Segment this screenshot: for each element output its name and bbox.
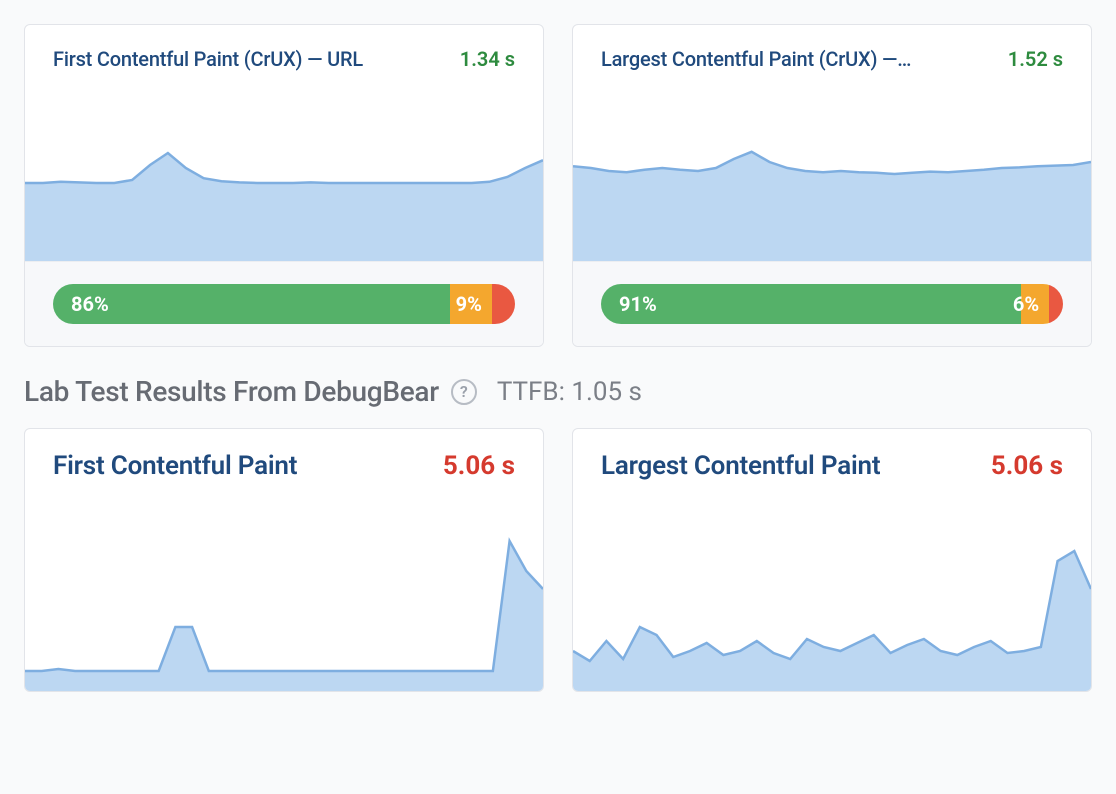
card-value: 5.06 s (443, 451, 515, 481)
sparkline-chart (25, 491, 543, 691)
card-title: Largest Contentful Paint (601, 451, 880, 481)
card-header: First Contentful Paint 5.06 s (25, 429, 543, 491)
dist-needs-improvement: 9% (450, 284, 492, 324)
sparkline-chart (573, 81, 1091, 261)
lab-section-title: Lab Test Results From DebugBear (24, 375, 439, 408)
dist-needs-improvement: 6% (1021, 284, 1049, 324)
lab-card[interactable]: First Contentful Paint 5.06 s (24, 428, 544, 692)
dist-poor (1049, 284, 1063, 324)
dist-good: 86% (53, 284, 450, 324)
ttfb-label: TTFB: 1.05 s (497, 377, 642, 407)
card-value: 1.34 s (460, 47, 515, 71)
card-footer: 91% 6% (573, 261, 1091, 346)
distribution-bar: 91% 6% (601, 284, 1063, 324)
lab-section-header: Lab Test Results From DebugBear ? TTFB: … (24, 375, 1092, 408)
sparkline-chart (573, 491, 1091, 691)
card-value: 1.52 s (1008, 47, 1063, 71)
dist-poor (492, 284, 515, 324)
card-title: Largest Contentful Paint (CrUX) —… (601, 47, 911, 71)
card-header: First Contentful Paint (CrUX) — URL 1.34… (25, 25, 543, 81)
distribution-bar: 86% 9% (53, 284, 515, 324)
card-header: Largest Contentful Paint 5.06 s (573, 429, 1091, 491)
card-title: First Contentful Paint (CrUX) — URL (53, 47, 363, 71)
card-title: First Contentful Paint (53, 451, 297, 481)
card-header: Largest Contentful Paint (CrUX) —… 1.52 … (573, 25, 1091, 81)
crux-card[interactable]: Largest Contentful Paint (CrUX) —… 1.52 … (572, 24, 1092, 347)
crux-card[interactable]: First Contentful Paint (CrUX) — URL 1.34… (24, 24, 544, 347)
sparkline-chart (25, 81, 543, 261)
card-footer: 86% 9% (25, 261, 543, 346)
dist-good: 91% (601, 284, 1021, 324)
card-value: 5.06 s (991, 451, 1063, 481)
help-icon[interactable]: ? (451, 379, 477, 405)
lab-card[interactable]: Largest Contentful Paint 5.06 s (572, 428, 1092, 692)
